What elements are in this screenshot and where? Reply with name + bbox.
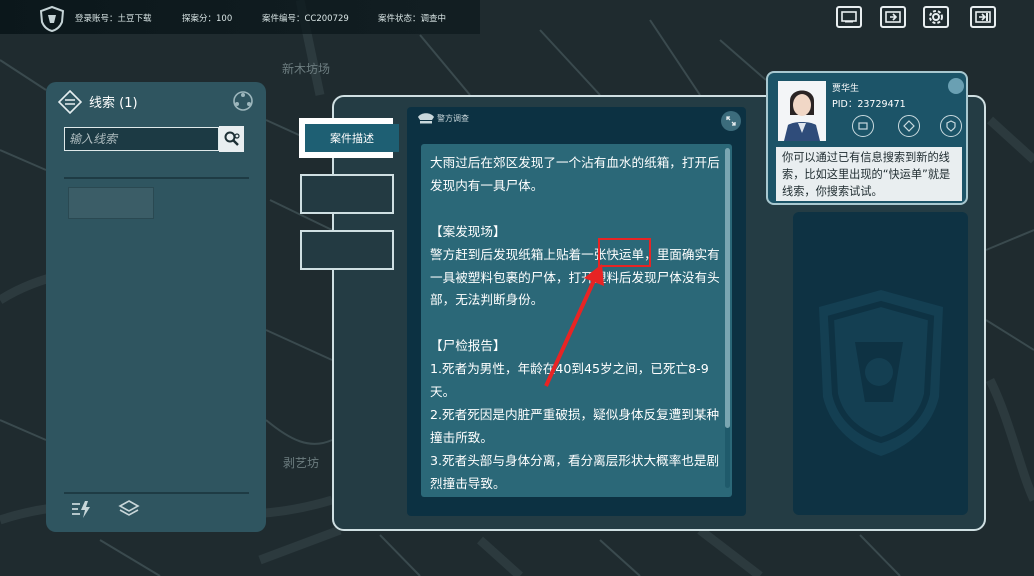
settings-icon[interactable] xyxy=(923,6,949,28)
clue-search-input[interactable] xyxy=(64,127,219,151)
clue-badge-icon xyxy=(58,90,82,114)
police-cap-icon xyxy=(418,113,434,124)
evidence-panel xyxy=(793,212,968,515)
character-speech-bubble: 你可以通过已有信息搜索到新的线索，比如这里出现的“快运单”就是线索，你搜索试试。 xyxy=(776,147,962,201)
export-icon[interactable] xyxy=(880,6,906,28)
character-card: 贾华生 PID：23729471 你可以通过已有信息搜索到新的线索，比如这里出现… xyxy=(766,71,968,205)
search-icon xyxy=(224,131,240,146)
exit-icon[interactable] xyxy=(970,6,996,28)
police-badge-logo xyxy=(39,5,65,33)
tab-case-description[interactable]: 案件描述 xyxy=(299,118,399,158)
divider xyxy=(64,177,249,179)
map-label: 剥艺坊 xyxy=(283,456,320,470)
case-status-label: 案件状态：调查中 xyxy=(378,14,447,24)
avatar xyxy=(778,81,826,141)
police-shield-watermark xyxy=(819,290,943,456)
character-pid: PID：23729471 xyxy=(832,99,906,110)
close-icon[interactable] xyxy=(948,78,964,94)
profile-icon[interactable] xyxy=(852,115,874,137)
layers-icon[interactable] xyxy=(118,498,140,520)
clue-panel: 线索 (1) xyxy=(46,82,266,532)
scrollbar[interactable] xyxy=(725,148,730,488)
tab-empty[interactable] xyxy=(300,174,394,214)
clue-search-button[interactable] xyxy=(219,126,244,152)
card-header-label: 警方调查 xyxy=(437,114,469,123)
expand-icon[interactable] xyxy=(721,111,741,131)
case-id-label: 案件编号：CC200729 xyxy=(262,14,349,24)
account-label: 登录账号：土豆下载 xyxy=(75,14,152,24)
map-label: 新木坊场 xyxy=(282,62,331,76)
screen-icon[interactable] xyxy=(836,6,862,28)
divider xyxy=(64,492,249,494)
network-icon[interactable] xyxy=(232,90,254,112)
clue-slot[interactable] xyxy=(68,187,154,219)
shield-icon[interactable] xyxy=(940,115,962,137)
police-badge-icon[interactable] xyxy=(898,115,920,137)
character-name: 贾华生 xyxy=(832,84,860,94)
red-arrow-pointer xyxy=(544,264,604,387)
clue-panel-title: 线索 (1) xyxy=(89,96,138,111)
score-label: 探案分：100 xyxy=(182,14,233,24)
top-status-bar: 登录账号：土豆下载 探案分：100 案件编号：CC200729 案件状态：调查中 xyxy=(0,0,480,34)
tab-label: 案件描述 xyxy=(305,124,399,152)
tab-empty[interactable] xyxy=(300,230,394,270)
scrollbar-thumb[interactable] xyxy=(725,148,730,428)
sort-bolt-icon[interactable] xyxy=(70,498,92,520)
